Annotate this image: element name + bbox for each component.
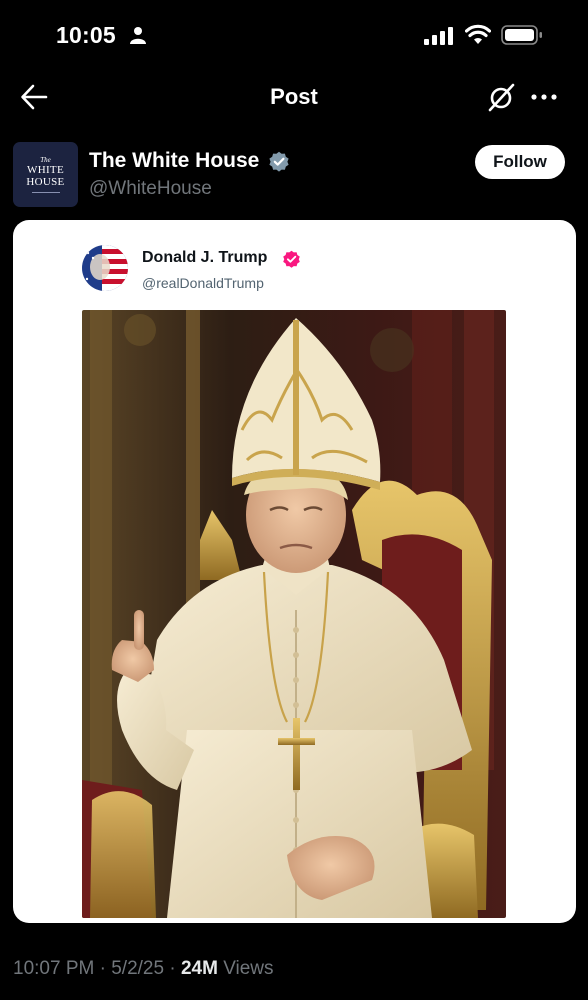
white-house-avatar[interactable]: The WHITE HOUSE: [13, 142, 78, 207]
embedded-author-name[interactable]: Donald J. Trump: [142, 249, 267, 267]
embedded-author-handle: @realDonaldTrump: [142, 275, 264, 291]
signal-icon: [424, 27, 453, 45]
author-row: The WHITE HOUSE The White House @WhiteHo…: [0, 140, 588, 212]
status-time: 10:05: [56, 22, 116, 48]
avatar-logo-text: The: [40, 156, 51, 164]
post-date: 5/2/25: [111, 958, 165, 979]
verified-badge-icon: [283, 250, 300, 268]
views-count[interactable]: 24M: [181, 958, 218, 979]
wifi-icon: [465, 24, 491, 44]
author-name[interactable]: The White House: [89, 149, 259, 173]
grok-icon[interactable]: [486, 82, 516, 112]
papal-portrait-image[interactable]: [82, 310, 506, 918]
author-handle: @WhiteHouse: [89, 178, 212, 199]
avatar-logo-text: HOUSE: [26, 176, 65, 188]
trump-avatar[interactable]: [82, 245, 128, 291]
embedded-post-card[interactable]: Donald J. Trump @realDonaldTrump: [13, 220, 576, 923]
meta-separator: ·: [99, 958, 106, 979]
flag-portrait-icon: [82, 245, 128, 291]
avatar-logo-rule: [31, 192, 60, 193]
status-bar: 10:05: [0, 0, 588, 70]
post-meta: 10:07 PM · 5/2/25 · 24M Views: [13, 958, 274, 980]
views-label[interactable]: Views: [223, 958, 273, 979]
verified-badge-icon: [269, 151, 289, 172]
battery-icon: [501, 25, 542, 45]
nav-bar: Post: [0, 70, 588, 126]
person-icon: [130, 27, 146, 44]
avatar-logo-text: WHITE: [27, 164, 64, 176]
more-icon[interactable]: [528, 82, 560, 112]
meta-separator: ·: [169, 958, 176, 979]
post-screen: 10:05 Post The WHITE HOUSE The White Hou…: [0, 0, 588, 1000]
post-time: 10:07 PM: [13, 958, 95, 979]
follow-button[interactable]: Follow: [475, 145, 565, 179]
